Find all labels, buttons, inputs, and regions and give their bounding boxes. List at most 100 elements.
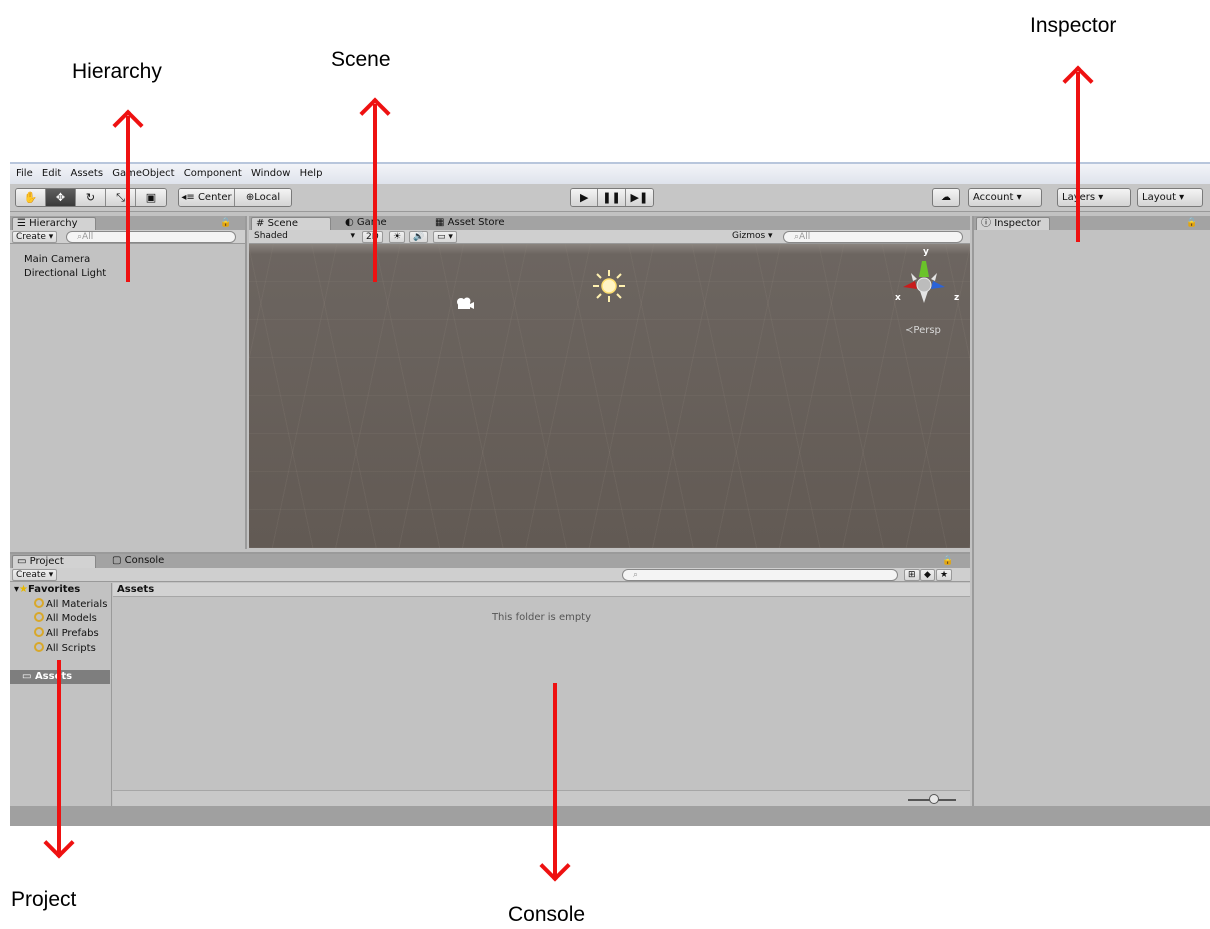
scene-search-input[interactable]: ⌕All [783,231,963,243]
rotate-icon[interactable]: ↻ [76,189,106,206]
menu-help[interactable]: Help [300,164,323,184]
account-label: Account [973,192,1014,203]
tab-scene-label: Scene [267,218,299,229]
menu-assets[interactable]: Assets [70,164,103,184]
tab-asset-store-label: Asset Store [447,217,505,228]
favorites-label: Favorites [28,584,81,595]
favorite-star-icon[interactable]: ★ [936,569,953,581]
favorite-item[interactable]: All Models [34,612,97,624]
menu-window[interactable]: Window [251,164,290,184]
favorite-item[interactable]: All Prefabs [34,627,99,639]
callout-hierarchy: Hierarchy [72,60,162,83]
lock-icon[interactable]: 🔒 [220,218,231,228]
arrow-hierarchy [112,109,144,282]
hierarchy-search-input[interactable]: ⌕All [66,231,236,243]
pivot-center-label: Center [197,192,232,203]
project-create-dropdown[interactable]: Create ▾ [12,569,58,581]
favorite-item-label: All Prefabs [46,628,99,639]
tab-console[interactable]: ▢ Console [108,555,178,568]
play-controls: ▶ ❚❚ ▶❚ [570,188,654,207]
shading-label: Shaded [254,231,288,241]
project-tabstrip: ▭ Project ▢ Console 🔒 [10,554,970,568]
menu-bar: File Edit Assets GameObject Component Wi… [10,162,1210,184]
inspector-panel: ⓘ Inspector 🔒 [972,216,1210,806]
perspective-toggle[interactable]: ≺Persp [905,325,941,336]
favorite-item-label: All Materials [46,599,108,610]
favorite-item-label: All Models [46,613,97,624]
play-icon[interactable]: ▶ [571,189,599,206]
search-icon [34,642,44,652]
favorite-item[interactable]: All Scripts [34,642,96,654]
search-icon [34,627,44,637]
hierarchy-item-main-camera[interactable]: Main Camera [24,254,90,265]
scene-viewport[interactable]: y x z ≺Persp [249,244,970,548]
camera-icon[interactable] [455,296,475,312]
pause-icon[interactable]: ❚❚ [598,189,626,206]
layout-dropdown[interactable]: Layout ▾ [1137,188,1203,207]
filter-type-icon[interactable]: ⊞ [904,569,920,581]
axis-x-label: x [895,293,901,303]
project-subbar: Create ▾ ⌕ ⊞ ◆ ★ [10,568,970,582]
lighting-icon[interactable]: ☀ [389,231,406,243]
orientation-gizmo[interactable] [889,247,959,321]
pivot-center-button[interactable]: ◂≡ Center [179,189,235,206]
inspector-lock-icon[interactable]: 🔒 [1186,218,1197,228]
shading-dropdown[interactable]: Shaded ▾ [251,231,357,243]
hierarchy-create-label: Create [16,232,46,242]
pivot-local-label: Local [254,192,281,203]
tab-inspector[interactable]: ⓘ Inspector [976,217,1050,230]
favorite-item[interactable]: All Materials [34,598,107,610]
hierarchy-create-dropdown[interactable]: Create ▾ [12,231,58,243]
icon-size-slider-thumb[interactable] [929,794,939,804]
menu-component[interactable]: Component [184,164,242,184]
empty-folder-message: This folder is empty [491,612,592,623]
callout-scene: Scene [331,48,391,71]
status-bar [10,806,1210,826]
tab-inspector-label: Inspector [994,218,1041,229]
move-icon[interactable]: ✥ [46,189,76,206]
tab-hierarchy[interactable]: ☰ Hierarchy [12,217,96,230]
callout-project: Project [11,888,77,911]
inspector-tabstrip: ⓘ Inspector 🔒 [974,216,1210,230]
layout-label: Layout [1142,192,1176,203]
tab-hierarchy-label: Hierarchy [29,218,78,229]
step-icon[interactable]: ▶❚ [625,189,653,206]
arrow-project [43,660,75,860]
search-icon [34,612,44,622]
assets-breadcrumb[interactable]: Assets [113,583,970,597]
hierarchy-item-directional-light[interactable]: Directional Light [24,268,106,279]
project-search-input[interactable]: ⌕ [622,569,898,581]
directional-light-icon[interactable] [592,269,626,303]
search-icon [34,598,44,608]
arrow-scene [359,97,391,282]
axis-z-label: z [954,293,960,303]
pivot-local-button[interactable]: ⊕Local [235,189,291,206]
effects-icon[interactable]: ▭ ▾ [433,231,457,243]
project-create-label: Create [16,570,46,580]
menu-edit[interactable]: Edit [42,164,61,184]
arrow-inspector [1062,65,1094,242]
transform-tools: ✋ ✥ ↻ ⤡ ▣ [15,188,167,207]
scene-subbar: Shaded▾ 2D ☀ 🔊 ▭ ▾ Gizmos ▾ ⌕All [249,230,970,244]
gizmos-label: Gizmos [732,231,766,241]
audio-icon[interactable]: 🔊 [409,231,429,243]
favorites-node[interactable]: ▾★Favorites [14,584,80,595]
project-panel: ▭ Project ▢ Console 🔒 Create ▾ ⌕ ⊞ ◆ ★ ▾… [10,552,970,808]
cloud-icon[interactable]: ☁ [932,188,960,207]
tab-scene[interactable]: # Scene [251,217,331,230]
project-lock-icon[interactable]: 🔒 [942,556,953,566]
callout-console: Console [508,903,586,926]
scene-search-placeholder: All [799,232,811,242]
favorite-item-label: All Scripts [46,643,96,654]
tab-project[interactable]: ▭ Project [12,555,96,568]
axis-y-label: y [923,247,929,257]
filter-label-icon[interactable]: ◆ [920,569,935,581]
hand-icon[interactable]: ✋ [16,189,46,206]
account-dropdown[interactable]: Account ▾ [968,188,1042,207]
menu-file[interactable]: File [16,164,33,184]
arrow-console [539,683,571,883]
tab-asset-store[interactable]: ▦ Asset Store [431,217,531,230]
tab-project-label: Project [29,556,64,567]
scene-tabstrip: # Scene ◐ Game ▦ Asset Store [249,216,970,230]
gizmos-dropdown[interactable]: Gizmos ▾ [729,231,776,243]
